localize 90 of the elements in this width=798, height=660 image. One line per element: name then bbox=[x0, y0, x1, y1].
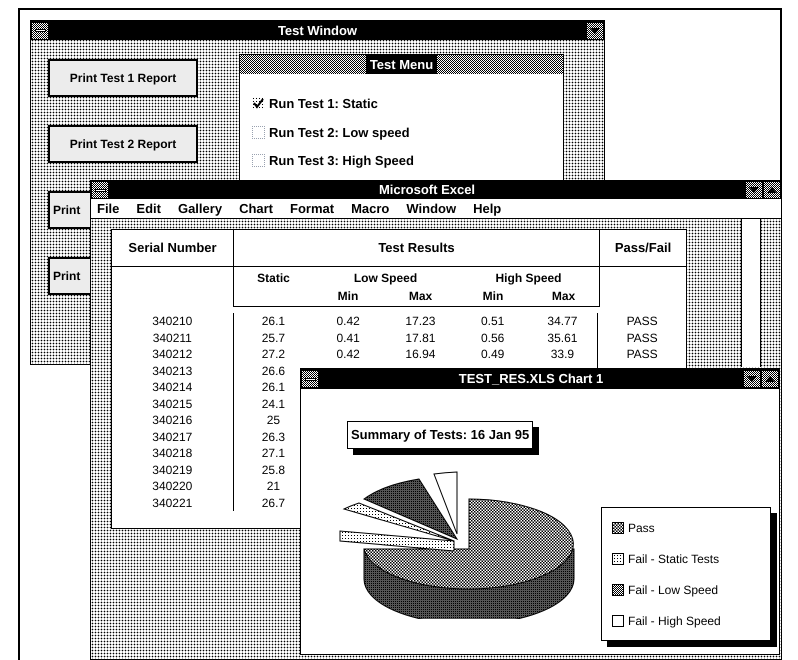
column-header: Max bbox=[550, 288, 576, 305]
table-cell-text: 340210 bbox=[152, 313, 192, 330]
table-cell-text: 25.7 bbox=[262, 330, 286, 347]
table-cell-text: 34.77 bbox=[547, 313, 578, 330]
checkbox-label: Run Test 3: High Speed bbox=[269, 152, 414, 170]
checkbox[interactable] bbox=[252, 154, 265, 168]
checkbox-label: Run Test 1: Static bbox=[269, 95, 378, 113]
minimize-icon[interactable] bbox=[742, 370, 761, 388]
table-cell-text: 26.7 bbox=[262, 494, 286, 512]
menu-item[interactable]: Gallery bbox=[178, 198, 222, 218]
legend-label: Fail - Static Tests bbox=[628, 550, 720, 568]
table-cell-text: 340212 bbox=[152, 346, 192, 364]
table-cell-text: 0.49 bbox=[480, 346, 504, 364]
test-checkbox[interactable]: Run Test 2: Low speed bbox=[252, 122, 563, 142]
table-cell-text: PASS bbox=[626, 313, 658, 330]
table-cell-text: 340211 bbox=[152, 330, 192, 347]
table-cell-text: 340217 bbox=[152, 428, 192, 446]
column-header: Min bbox=[336, 288, 360, 305]
table-cell-text: PASS bbox=[626, 330, 658, 347]
maximize-icon[interactable] bbox=[760, 370, 779, 388]
column-header: Low Speed bbox=[354, 270, 418, 287]
checkbox-label: Run Test 2: Low speed bbox=[269, 124, 410, 142]
menu-item[interactable]: Chart bbox=[239, 198, 274, 218]
legend-label: Pass bbox=[628, 520, 655, 536]
menu-item[interactable]: Edit bbox=[136, 198, 161, 218]
system-menu-icon[interactable] bbox=[31, 22, 49, 40]
table-cell-text: 27.2 bbox=[262, 346, 286, 364]
table-cell-text: 0.41 bbox=[336, 330, 360, 347]
menu-item[interactable]: Macro bbox=[351, 198, 390, 218]
table-cell-text: 16.94 bbox=[405, 346, 436, 364]
table-cell-text: 24.1 bbox=[262, 396, 286, 413]
window-title: TEST_RES.XLS Chart 1 bbox=[458, 370, 604, 388]
column-header: Pass/Fail bbox=[614, 239, 672, 258]
table-cell-text: 340216 bbox=[152, 412, 192, 430]
column-header: Min bbox=[482, 288, 504, 305]
checkbox[interactable] bbox=[252, 97, 265, 110]
window-title: Test Window bbox=[278, 22, 358, 40]
table-cell-text: 340220 bbox=[152, 478, 192, 496]
table-cell-text: 0.42 bbox=[336, 313, 360, 330]
table-cell-text: 25.8 bbox=[262, 462, 286, 479]
table-cell-text: 26.1 bbox=[262, 313, 286, 330]
column-header: Serial Number bbox=[112, 230, 234, 266]
system-menu-icon[interactable] bbox=[301, 370, 319, 388]
print-button[interactable]: Print Test 1 Report bbox=[48, 59, 198, 97]
table-cell-text: 17.23 bbox=[405, 313, 436, 330]
menu-item[interactable]: Window bbox=[406, 198, 456, 218]
legend-swatch bbox=[612, 614, 624, 626]
table-cell-text: 340214 bbox=[152, 379, 192, 396]
legend-swatch bbox=[612, 552, 624, 564]
table-cell-text: 340219 bbox=[152, 462, 192, 479]
table-cell-text: 25 bbox=[266, 412, 280, 430]
table-cell-text: 340221 bbox=[152, 494, 192, 512]
table-cell-text: 340218 bbox=[152, 445, 192, 462]
panel-title: Test Menu bbox=[366, 54, 438, 74]
window-title: Microsoft Excel bbox=[378, 181, 476, 200]
maximize-icon[interactable] bbox=[763, 181, 781, 199]
legend-swatch bbox=[612, 584, 624, 596]
table-cell-text: 26.1 bbox=[262, 379, 286, 396]
legend-swatch bbox=[612, 522, 624, 534]
system-menu-icon[interactable] bbox=[91, 181, 109, 199]
test-checkbox[interactable]: Run Test 1: Static bbox=[252, 94, 563, 114]
table-cell-text: 35.61 bbox=[547, 330, 578, 347]
table-cell-text: PASS bbox=[626, 346, 658, 364]
checkbox[interactable] bbox=[252, 126, 265, 139]
print-button[interactable]: Print Test 2 Report bbox=[48, 125, 198, 163]
print-button[interactable]: Print bbox=[48, 257, 90, 295]
table-cell-text: 26.3 bbox=[262, 428, 286, 446]
table-cell-text: 21 bbox=[266, 478, 280, 496]
table-cell-text: 340215 bbox=[152, 396, 192, 413]
print-button[interactable]: Print bbox=[48, 191, 90, 229]
table-cell-text: 27.1 bbox=[262, 445, 286, 462]
column-header: Test Results bbox=[234, 230, 600, 266]
test-checkbox[interactable]: Run Test 3: High Speed bbox=[252, 151, 563, 170]
column-header: High Speed bbox=[495, 270, 562, 287]
table-cell-text: 33.9 bbox=[550, 346, 574, 364]
table-cell-text: 0.42 bbox=[336, 346, 360, 364]
minimize-icon[interactable] bbox=[586, 22, 604, 40]
menu-item[interactable]: Help bbox=[473, 198, 502, 218]
table-cell-text: 0.51 bbox=[480, 313, 504, 330]
table-cell-text: 17.81 bbox=[405, 330, 436, 347]
menu-item[interactable]: Format bbox=[290, 198, 334, 218]
table-cell-text: 340213 bbox=[152, 362, 192, 380]
menu-item[interactable]: File bbox=[97, 198, 120, 218]
table-cell-text: 0.56 bbox=[480, 330, 504, 347]
minimize-icon[interactable] bbox=[745, 181, 763, 199]
column-header: Max bbox=[408, 288, 434, 305]
table-cell-text: 26.6 bbox=[262, 362, 286, 380]
column-header: Static bbox=[256, 270, 291, 287]
legend-label: Fail - Low Speed bbox=[628, 582, 718, 598]
legend-label: Fail - High Speed bbox=[628, 612, 721, 630]
